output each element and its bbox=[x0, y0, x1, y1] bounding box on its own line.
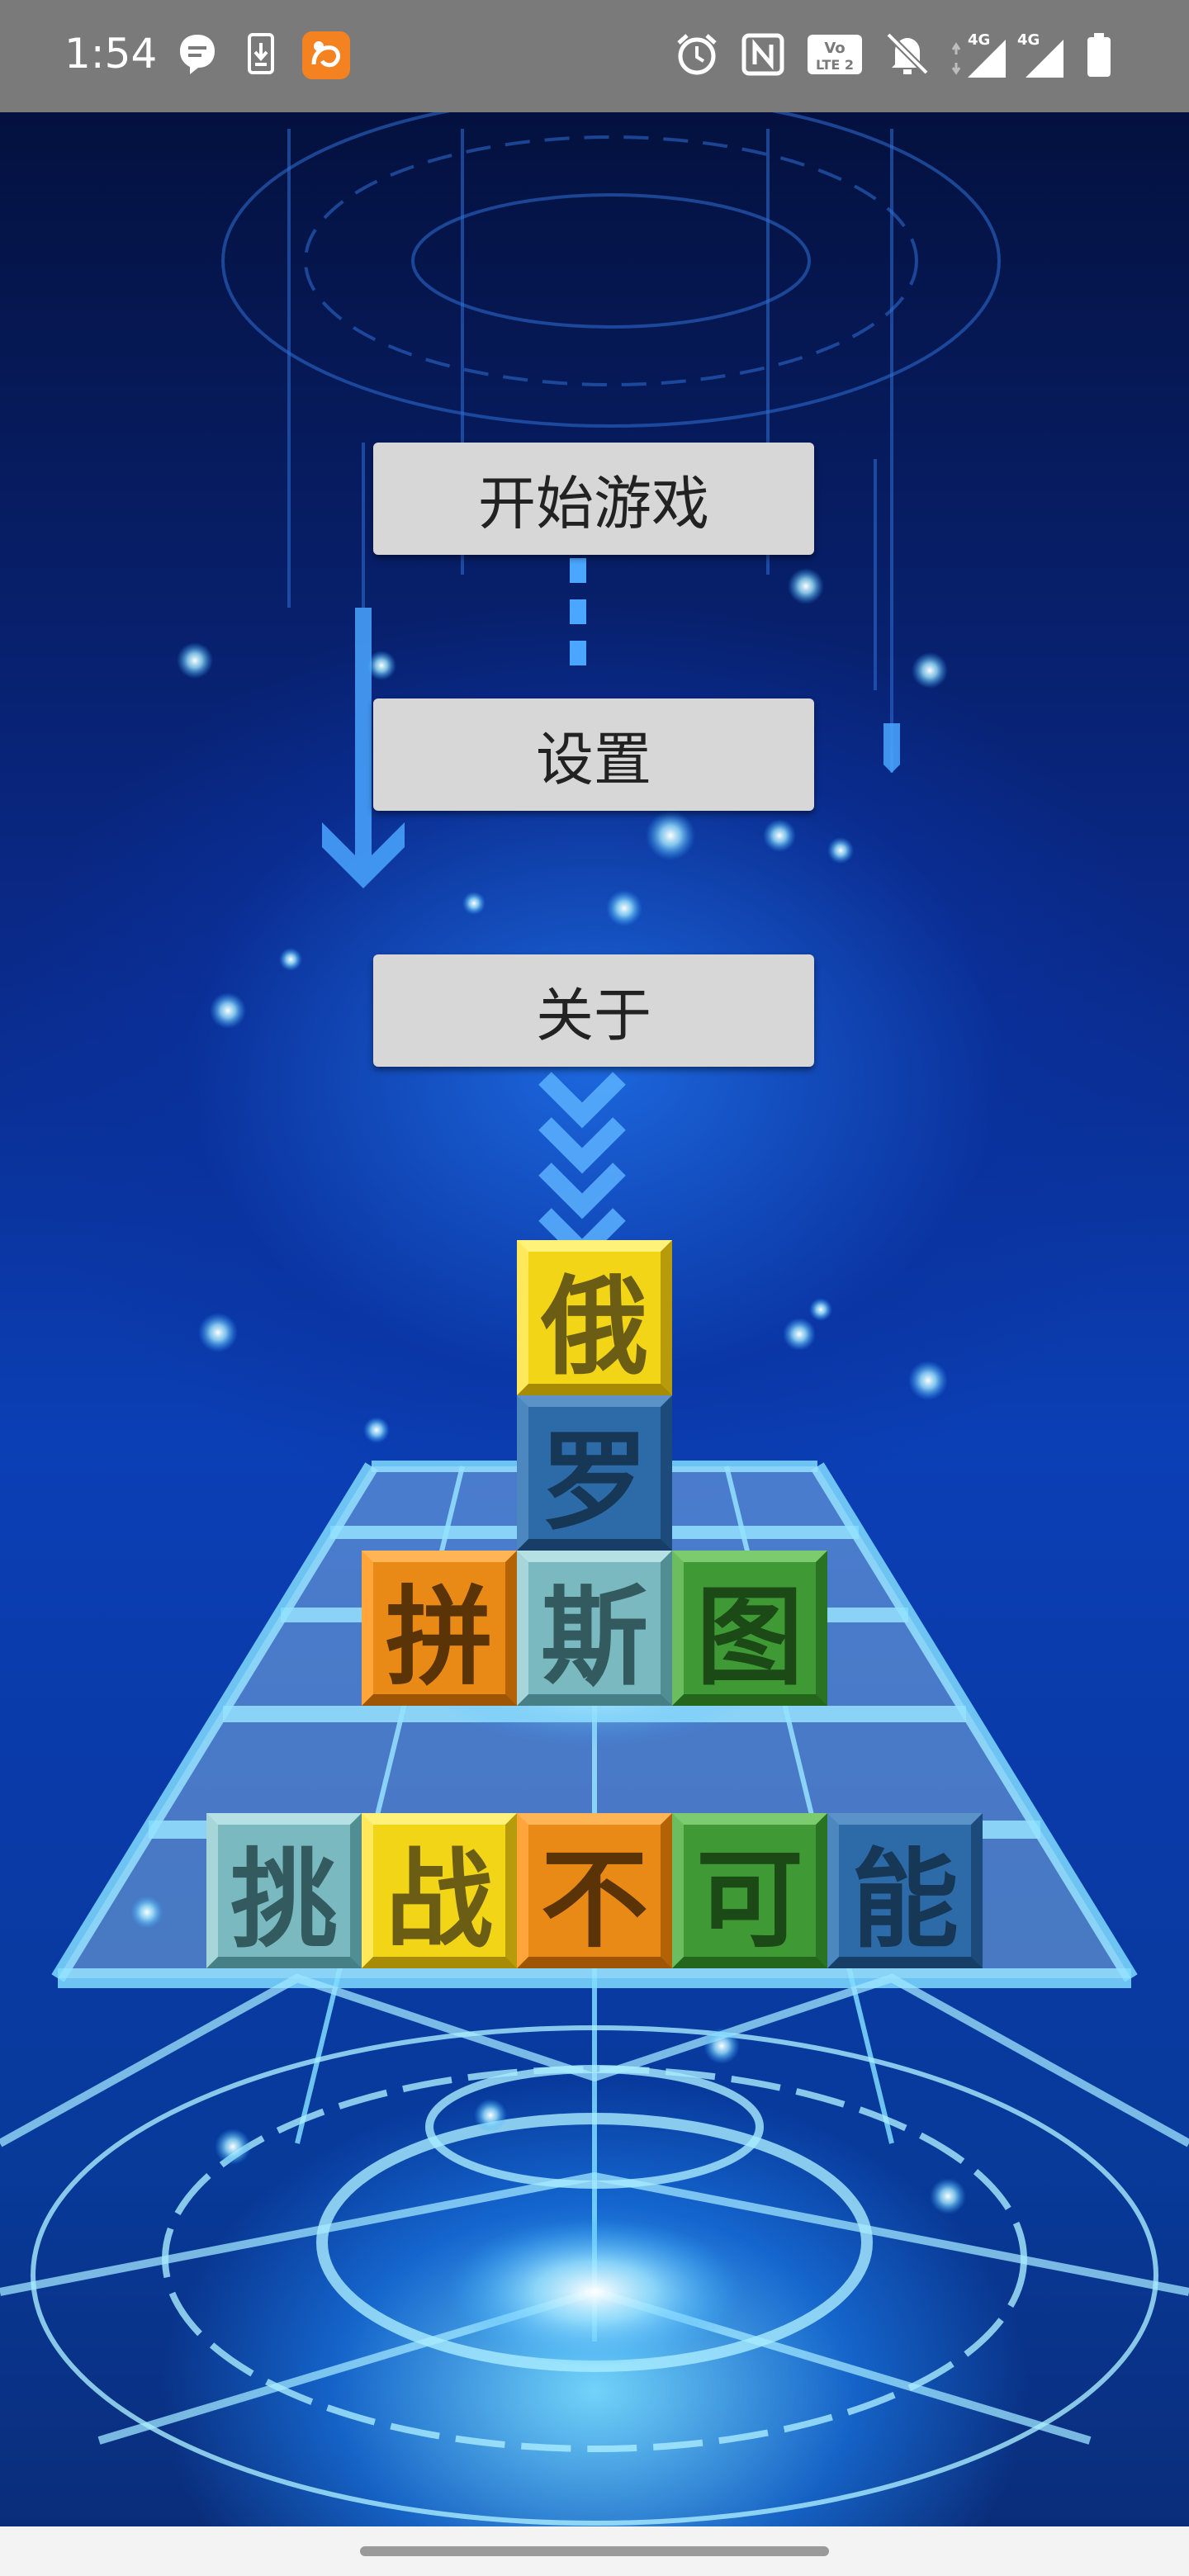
settings-button[interactable]: 设置 bbox=[373, 698, 814, 811]
svg-text:4G: 4G bbox=[1017, 31, 1040, 49]
about-button[interactable]: 关于 bbox=[373, 954, 814, 1067]
svg-text:4G: 4G bbox=[968, 31, 990, 49]
title-tile: 挑 bbox=[206, 1813, 362, 1968]
download-icon bbox=[246, 31, 276, 81]
mute-bell-icon bbox=[885, 31, 930, 81]
title-tile: 不 bbox=[517, 1813, 672, 1968]
start-game-button[interactable]: 开始游戏 bbox=[373, 443, 814, 555]
uc-browser-icon bbox=[302, 31, 350, 83]
nfc-icon bbox=[740, 31, 786, 81]
title-tile: 能 bbox=[827, 1813, 983, 1968]
status-bar: 1:54 Vo LTE 2 4G 4G bbox=[0, 0, 1189, 112]
svg-text:LTE 2: LTE 2 bbox=[816, 57, 854, 73]
home-gesture-handle[interactable] bbox=[360, 2546, 829, 2556]
navigation-bar bbox=[0, 2526, 1189, 2576]
title-tile: 俄 bbox=[517, 1240, 672, 1395]
title-tile: 战 bbox=[362, 1813, 517, 1968]
signal-4g-icon: 4G bbox=[948, 31, 1009, 83]
message-icon bbox=[177, 31, 218, 81]
status-time: 1:54 bbox=[64, 30, 158, 78]
alarm-icon bbox=[674, 31, 720, 81]
battery-icon bbox=[1085, 31, 1113, 83]
title-tile: 斯 bbox=[517, 1551, 672, 1706]
title-tile: 图 bbox=[672, 1551, 827, 1706]
title-tile: 拼 bbox=[362, 1551, 517, 1706]
volte-icon: Vo LTE 2 bbox=[806, 31, 864, 81]
svg-text:Vo: Vo bbox=[824, 40, 845, 57]
title-tile: 罗 bbox=[517, 1395, 672, 1551]
signal-4g-icon: 4G bbox=[1016, 31, 1067, 83]
title-tile: 可 bbox=[672, 1813, 827, 1968]
